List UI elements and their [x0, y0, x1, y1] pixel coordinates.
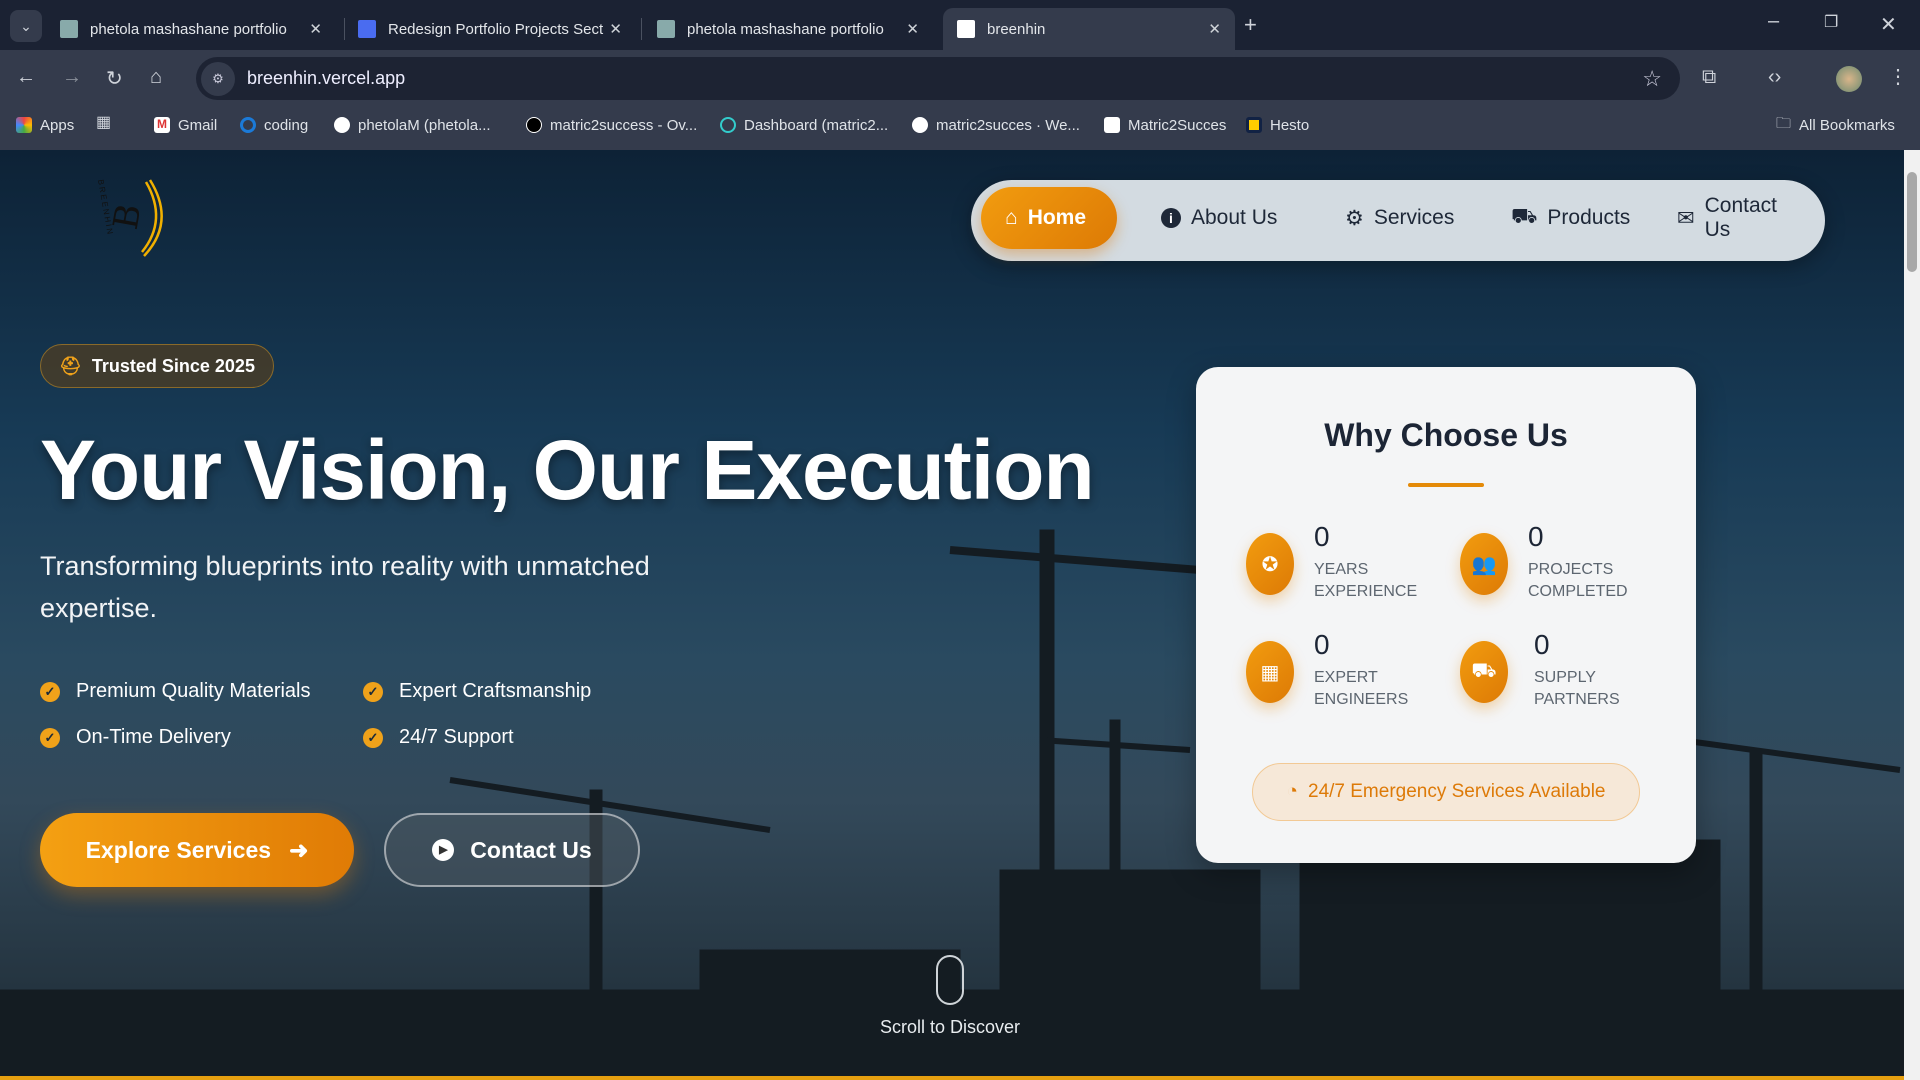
- feature-item: ✓On-Time Delivery: [40, 726, 231, 749]
- favicon-icon: [957, 20, 975, 38]
- scroll-to-discover[interactable]: Scroll to Discover: [850, 1017, 1050, 1038]
- tab-title: phetola mashashane portfolio: [687, 21, 884, 38]
- home-icon[interactable]: ⌂: [150, 66, 162, 89]
- feature-item: ✓Premium Quality Materials: [40, 680, 311, 703]
- building-icon: ▦: [1246, 641, 1294, 703]
- browser-toolbar: ← → ↻ ⌂ ⚙ breenhin.vercel.app ☆ ⧉ ‹› ⋮ A…: [0, 50, 1920, 150]
- stat-years-experience: ✪0YEARS EXPERIENCE: [1246, 527, 1476, 617]
- bookmark[interactable]: Dashboard (matric2...: [720, 112, 888, 138]
- url-text[interactable]: breenhin.vercel.app: [247, 68, 405, 89]
- bookmark[interactable]: phetolaM (phetola...: [334, 112, 491, 138]
- dolly-icon: ⛟: [1460, 641, 1508, 703]
- new-tab-button[interactable]: +: [1244, 12, 1257, 38]
- tab-title: phetola mashashane portfolio: [90, 21, 287, 38]
- bookmark[interactable]: matric2succes · We...: [912, 112, 1080, 138]
- tab-search-button[interactable]: ⌄: [10, 10, 42, 42]
- card-title: Why Choose Us: [1196, 417, 1696, 454]
- check-icon: ✓: [40, 728, 60, 748]
- close-tab-icon[interactable]: ✕: [906, 20, 919, 38]
- check-icon: ✓: [40, 682, 60, 702]
- hero-title: Your Vision, Our Execution: [40, 422, 1094, 519]
- bookmark[interactable]: matric2success - Ov...: [526, 112, 697, 138]
- feature-item: ✓24/7 Support: [363, 726, 514, 749]
- nav-services[interactable]: ⚙Services: [1321, 187, 1478, 249]
- clock-icon: ◔: [1287, 781, 1298, 803]
- profile-avatar[interactable]: [1836, 66, 1862, 92]
- hard-hat-icon: ⛑: [59, 356, 82, 377]
- menu-icon[interactable]: ⋮: [1888, 64, 1908, 89]
- address-bar[interactable]: ⚙ breenhin.vercel.app ☆: [196, 57, 1680, 100]
- gears-icon: ⚙: [1345, 206, 1364, 231]
- close-tab-icon[interactable]: ✕: [1208, 20, 1221, 38]
- reload-icon[interactable]: ↻: [106, 66, 123, 91]
- bookmark[interactable]: Matric2Succes: [1104, 112, 1226, 138]
- breenhin-logo-icon: BREENHIN B: [90, 170, 190, 270]
- feature-item: ✓Expert Craftsmanship: [363, 680, 591, 703]
- hero-subtitle: Transforming blueprints into reality wit…: [40, 545, 740, 629]
- bookmark-star-icon[interactable]: ☆: [1642, 66, 1662, 92]
- bookmark[interactable]: Hesto: [1246, 112, 1309, 138]
- tab-title: Redesign Portfolio Projects Sect: [388, 21, 603, 38]
- folder-icon: 🗀: [1776, 113, 1791, 138]
- envelope-icon: ✉: [1677, 206, 1695, 231]
- bookmark[interactable]: MGmail: [154, 112, 217, 138]
- stat-projects-completed: 👥0PROJECTS COMPLETED: [1460, 527, 1690, 617]
- arrow-right-icon: ➜: [289, 837, 308, 864]
- favicon-icon: [60, 20, 78, 38]
- tab[interactable]: phetola mashashane portfolio ✕: [643, 8, 933, 50]
- forward-icon[interactable]: →: [62, 66, 82, 89]
- all-bookmarks[interactable]: 🗀All Bookmarks: [1776, 112, 1895, 138]
- restore-button[interactable]: ❐: [1824, 12, 1838, 32]
- close-window-button[interactable]: ✕: [1880, 12, 1897, 37]
- scroll-mouse-icon[interactable]: [936, 955, 964, 1005]
- users-icon: 👥: [1460, 533, 1508, 595]
- tab[interactable]: Redesign Portfolio Projects Sect ✕: [344, 8, 636, 50]
- emergency-services-banner: ◔24/7 Emergency Services Available: [1252, 763, 1640, 821]
- stat-supply-partners: ⛟0SUPPLY PARTNERS: [1460, 635, 1690, 725]
- scrollbar[interactable]: [1904, 150, 1920, 1080]
- contact-us-button[interactable]: ▶Contact Us: [384, 813, 640, 887]
- why-choose-us-card: Why Choose Us ✪0YEARS EXPERIENCE 👥0PROJE…: [1196, 367, 1696, 863]
- check-icon: ✓: [363, 728, 383, 748]
- extensions-icon[interactable]: ⧉: [1702, 66, 1716, 89]
- tab[interactable]: phetola mashashane portfolio ✕: [46, 8, 336, 50]
- webpage: BREENHIN B ⌂Home iAbout Us ⚙Services ⛟Pr…: [0, 150, 1920, 1080]
- title-underline: [1408, 483, 1484, 487]
- favicon-icon: [657, 20, 675, 38]
- explore-services-button[interactable]: Explore Services➜: [40, 813, 354, 887]
- tab-active[interactable]: breenhin ✕: [943, 8, 1235, 50]
- close-tab-icon[interactable]: ✕: [609, 20, 622, 38]
- tab-title: breenhin: [987, 21, 1045, 38]
- tab-groups-icon[interactable]: ▦: [96, 112, 111, 132]
- info-icon: i: [1161, 208, 1181, 228]
- nav-home[interactable]: ⌂Home: [981, 187, 1117, 249]
- check-icon: ✓: [363, 682, 383, 702]
- nav-products[interactable]: ⛟Products: [1487, 187, 1654, 249]
- bookmark[interactable]: coding: [240, 112, 308, 138]
- trusted-badge: ⛑Trusted Since 2025: [40, 344, 274, 388]
- home-icon: ⌂: [1005, 206, 1018, 230]
- play-icon: ▶: [432, 839, 454, 861]
- main-nav: ⌂Home iAbout Us ⚙Services ⛟Products ✉Con…: [971, 180, 1825, 261]
- bookmark-apps[interactable]: Apps: [16, 112, 74, 138]
- devtools-icon[interactable]: ‹›: [1768, 66, 1781, 89]
- dolly-icon: ⛟: [1511, 205, 1537, 231]
- stat-expert-engineers: ▦0EXPERT ENGINEERS: [1246, 635, 1476, 725]
- scrollbar-thumb[interactable]: [1907, 172, 1917, 272]
- award-icon: ✪: [1246, 533, 1294, 595]
- site-info-icon[interactable]: ⚙: [201, 62, 235, 96]
- back-icon[interactable]: ←: [16, 66, 36, 89]
- progress-line: [0, 1076, 1904, 1080]
- tab-bar: ⌄ phetola mashashane portfolio ✕ Redesign…: [0, 0, 1920, 50]
- close-tab-icon[interactable]: ✕: [309, 20, 322, 38]
- favicon-icon: [358, 20, 376, 38]
- nav-about-us[interactable]: iAbout Us: [1137, 187, 1301, 249]
- nav-contact-us[interactable]: ✉Contact Us: [1653, 187, 1825, 249]
- logo: BREENHIN B: [90, 170, 190, 270]
- minimize-button[interactable]: –: [1768, 10, 1779, 33]
